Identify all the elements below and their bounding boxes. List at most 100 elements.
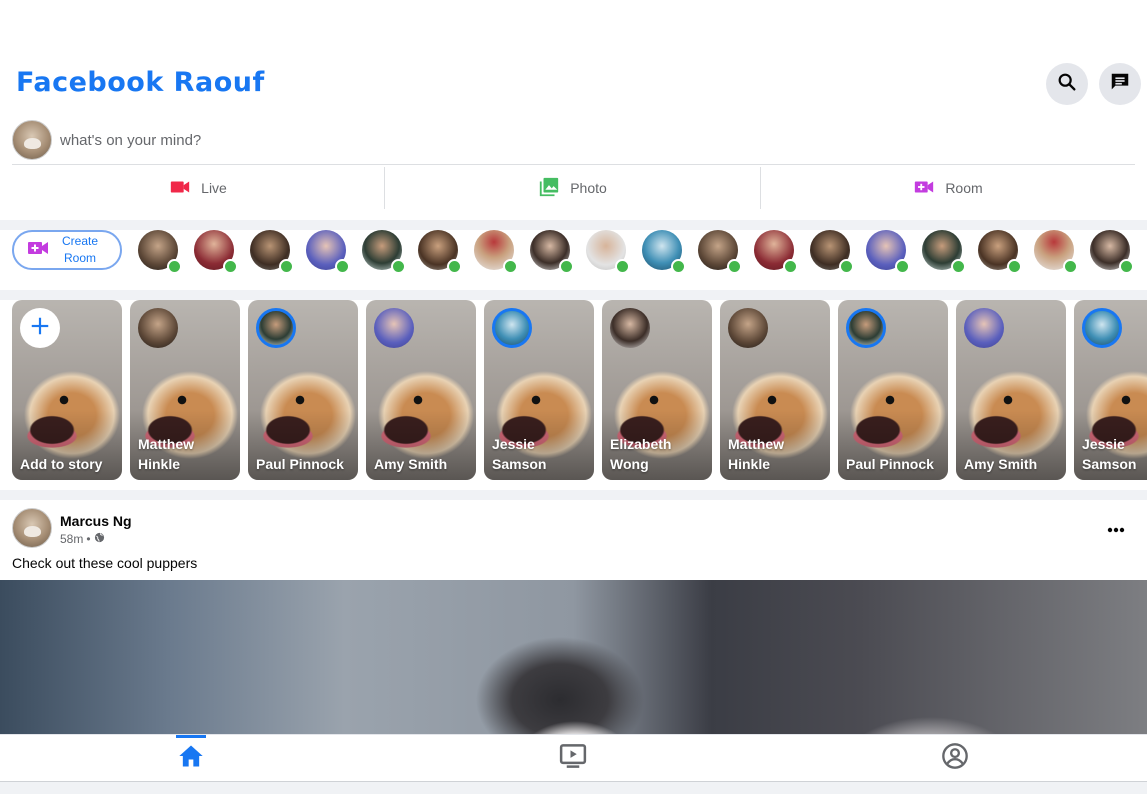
tab-watch[interactable]: [382, 735, 764, 782]
live-button[interactable]: Live: [12, 165, 384, 211]
story-card[interactable]: Amy Smith: [956, 300, 1066, 480]
add-story-button[interactable]: [20, 308, 60, 348]
online-contact-avatar[interactable]: [250, 230, 294, 274]
online-status-dot: [559, 259, 574, 274]
online-contact-avatar[interactable]: [194, 230, 238, 274]
online-contact-avatar[interactable]: [810, 230, 854, 274]
search-button[interactable]: [1046, 63, 1088, 105]
online-status-dot: [951, 259, 966, 274]
photo-button[interactable]: Photo: [385, 165, 760, 211]
story-card[interactable]: Matthew Hinkle: [130, 300, 240, 480]
story-card[interactable]: Elizabeth Wong: [602, 300, 712, 480]
app-bar: Facebook Raouf: [0, 56, 1147, 112]
add-story-card[interactable]: Add to story: [12, 300, 122, 480]
create-room-label: Create Room: [61, 234, 99, 265]
story-avatar: [964, 308, 1004, 348]
online-status-dot: [223, 259, 238, 274]
online-contact-avatar[interactable]: [586, 230, 630, 274]
online-status-dot: [727, 259, 742, 274]
online-status-dot: [671, 259, 686, 274]
rooms-row: Create Room: [0, 230, 1147, 290]
story-avatar: [256, 308, 296, 348]
add-story-label: Add to story: [20, 456, 103, 472]
story-author-name: Jessie Samson: [492, 436, 547, 472]
online-status-dot: [503, 259, 518, 274]
post-meta: 58m •: [60, 532, 105, 546]
story-avatar: [846, 308, 886, 348]
messenger-button[interactable]: [1099, 63, 1141, 105]
live-label: Live: [201, 180, 227, 196]
online-contact-avatar[interactable]: [138, 230, 182, 274]
videocam-icon: [169, 176, 191, 201]
online-contact-avatar[interactable]: [754, 230, 798, 274]
online-contact-avatar[interactable]: [642, 230, 686, 274]
story-author-name: Matthew Hinkle: [138, 436, 194, 472]
online-contact-avatar[interactable]: [978, 230, 1022, 274]
photo-label: Photo: [570, 180, 607, 196]
online-status-dot: [391, 259, 406, 274]
more-horiz-icon: [1107, 520, 1125, 537]
online-status-dot: [783, 259, 798, 274]
story-card[interactable]: Jessie Samson: [1074, 300, 1147, 480]
story-author-name: Matthew Hinkle: [728, 436, 784, 472]
bottom-navigation: [0, 734, 1147, 782]
online-contact-avatar[interactable]: [866, 230, 910, 274]
online-contact-avatar[interactable]: [362, 230, 406, 274]
story-author-name: Paul Pinnock: [256, 456, 344, 472]
story-avatar: [374, 308, 414, 348]
plus-icon: [29, 315, 51, 342]
story-card[interactable]: Amy Smith: [366, 300, 476, 480]
online-contact-avatar[interactable]: [418, 230, 462, 274]
stories-row: Add to story Matthew Hinkle Paul Pinnock A…: [0, 300, 1147, 490]
story-author-name: Paul Pinnock: [846, 456, 934, 472]
post-author-name[interactable]: Marcus Ng: [60, 513, 132, 529]
status-bar-area: [0, 0, 1147, 56]
post-author-avatar[interactable]: [12, 508, 52, 548]
story-avatar: [1082, 308, 1122, 348]
online-contact-avatar[interactable]: [1034, 230, 1078, 274]
story-avatar: [728, 308, 768, 348]
online-contact-avatar[interactable]: [698, 230, 742, 274]
home-icon: [177, 742, 205, 775]
current-user-avatar[interactable]: [12, 120, 52, 160]
create-room-button[interactable]: Create Room: [12, 230, 122, 270]
status-input[interactable]: what's on your mind?: [60, 120, 1135, 160]
online-status-dot: [895, 259, 910, 274]
online-contact-avatar[interactable]: [922, 230, 966, 274]
online-status-dot: [167, 259, 182, 274]
online-status-dot: [279, 259, 294, 274]
photo-library-icon: [538, 176, 560, 201]
tab-home[interactable]: [0, 735, 382, 782]
public-icon: [94, 532, 105, 546]
story-author-name: Amy Smith: [964, 456, 1038, 472]
online-status-dot: [1119, 259, 1134, 274]
search-icon: [1056, 71, 1078, 98]
story-card[interactable]: Paul Pinnock: [838, 300, 948, 480]
tab-profile[interactable]: [764, 735, 1146, 782]
story-author-name: Amy Smith: [374, 456, 448, 472]
online-status-dot: [1007, 259, 1022, 274]
story-avatar: [610, 308, 650, 348]
online-contact-avatar[interactable]: [474, 230, 518, 274]
story-card[interactable]: Paul Pinnock: [248, 300, 358, 480]
online-contact-avatar[interactable]: [1090, 230, 1134, 274]
story-avatar: [492, 308, 532, 348]
app-title: Facebook Raouf: [16, 67, 265, 98]
meta-separator: •: [86, 532, 91, 546]
online-contact-avatar[interactable]: [530, 230, 574, 274]
room-label: Room: [945, 180, 983, 196]
story-card[interactable]: Jessie Samson: [484, 300, 594, 480]
post-time: 58m: [60, 532, 84, 546]
account-circle-icon: [941, 742, 969, 775]
video-call-icon: [913, 176, 935, 201]
online-contact-avatar[interactable]: [306, 230, 350, 274]
story-author-name: Jessie Samson: [1082, 436, 1137, 472]
room-button[interactable]: Room: [761, 165, 1135, 211]
story-card[interactable]: Matthew Hinkle: [720, 300, 830, 480]
post-more-button[interactable]: [1107, 520, 1125, 538]
ondemand-video-icon: [558, 741, 588, 776]
online-status-dot: [447, 259, 462, 274]
composer-actions: Live Photo Room: [12, 165, 1135, 211]
online-status-dot: [839, 259, 854, 274]
messenger-icon: [1109, 71, 1131, 98]
